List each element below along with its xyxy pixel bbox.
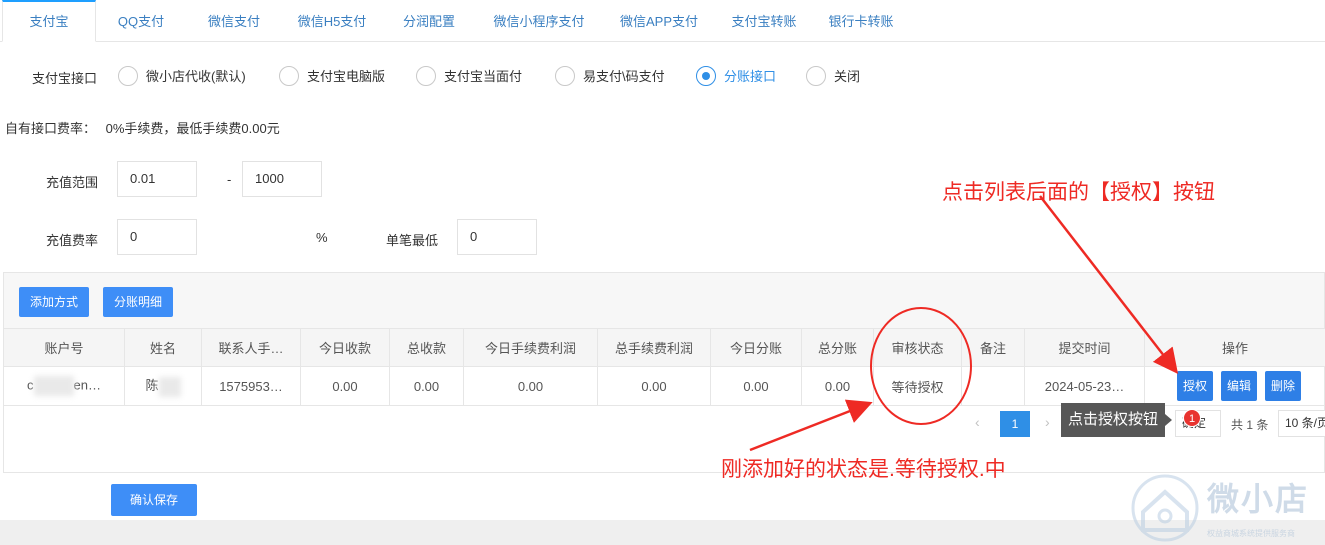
redacted-block <box>158 376 181 397</box>
page-number-current[interactable]: 1 <box>1000 411 1030 437</box>
radio-easy-pay[interactable]: 易支付\码支付 <box>555 66 685 88</box>
header-actions: 操作 <box>1144 328 1325 367</box>
step-badge: 1 <box>1183 409 1201 427</box>
recharge-fee-label: 充值费率 <box>46 233 99 248</box>
prev-page-icon[interactable]: ‹ <box>975 414 980 430</box>
recharge-fee-input[interactable]: 0 <box>117 219 197 255</box>
radio-circle <box>806 66 826 86</box>
range-separator: - <box>227 172 232 187</box>
watermark-title: 微小店 <box>1207 481 1310 517</box>
delete-button[interactable]: 删除 <box>1265 371 1302 401</box>
edit-button[interactable]: 编辑 <box>1221 371 1258 401</box>
radio-alipay-f2f[interactable]: 支付宝当面付 <box>416 66 546 88</box>
cell-today-fee-profit: 0.00 <box>463 366 598 406</box>
interface-radio-group: 支付宝接口 微小店代收(默认) 支付宝电脑版 支付宝当面付 易支付\码支付 分账… <box>0 62 1325 92</box>
tab-wechat-pay[interactable]: 微信支付 <box>196 0 272 42</box>
single-min-label: 单笔最低 <box>386 233 439 248</box>
watermark-logo: 微小店 权益商城系统提供服务商 <box>1125 470 1325 545</box>
radio-circle <box>118 66 138 86</box>
tab-bank-transfer[interactable]: 银行卡转账 <box>818 0 904 42</box>
authorize-tooltip: 点击授权按钮 <box>1061 403 1173 437</box>
cell-name: 陈 <box>124 366 202 406</box>
house-logo-icon <box>1131 474 1199 542</box>
tab-alipay-transfer[interactable]: 支付宝转账 <box>720 0 808 42</box>
radio-circle <box>279 66 299 86</box>
tab-profit-config[interactable]: 分润配置 <box>392 0 466 42</box>
fee-value: 0%手续费，最低手续费0.00元 <box>105 121 280 136</box>
radio-split-interface[interactable]: 分账接口 <box>696 66 796 88</box>
recharge-range-label: 充值范围 <box>46 175 99 190</box>
header-audit-status: 审核状态 <box>873 328 962 367</box>
cell-total-fee-profit: 0.00 <box>597 366 711 406</box>
radio-circle-selected <box>696 66 716 86</box>
cell-note <box>961 366 1025 406</box>
own-interface-fee: 自有接口费率： 0%手续费，最低手续费0.00元 <box>5 118 280 137</box>
header-today-fee-profit: 今日手续费利润 <box>463 328 598 367</box>
single-min-input[interactable]: 0 <box>457 219 537 255</box>
radio-label: 支付宝当面付 <box>444 69 523 84</box>
cell-total-split: 0.00 <box>801 366 874 406</box>
add-method-button[interactable]: 添加方式 <box>19 287 89 317</box>
tab-wechat-h5-pay[interactable]: 微信H5支付 <box>285 0 379 42</box>
radio-label: 关闭 <box>834 69 861 84</box>
radio-alipay-pc[interactable]: 支付宝电脑版 <box>279 66 409 88</box>
header-total-income: 总收款 <box>389 328 464 367</box>
cell-audit-status: 等待授权 <box>873 366 962 406</box>
payment-tabs: 支付宝 QQ支付 微信支付 微信H5支付 分润配置 微信小程序支付 微信APP支… <box>0 0 1325 42</box>
table-row: c en… 陈 1575953… 0.00 0.00 0.00 0.00 0.00… <box>3 366 1325 406</box>
header-account: 账户号 <box>3 328 125 367</box>
tab-wechat-miniprogram-pay[interactable]: 微信小程序支付 <box>480 0 598 42</box>
header-submit-time: 提交时间 <box>1024 328 1145 367</box>
cell-account: c en… <box>3 366 125 406</box>
cell-today-split: 0.00 <box>710 366 802 406</box>
cell-today-income: 0.00 <box>300 366 390 406</box>
header-today-income: 今日收款 <box>300 328 390 367</box>
annotation-status-waiting: 刚添加好的状态是.等待授权.中 <box>721 458 1006 481</box>
total-count: 共 1 条 <box>1231 418 1269 432</box>
header-contact-phone: 联系人手… <box>201 328 301 367</box>
watermark-subtitle: 权益商城系统提供服务商 <box>1207 529 1295 538</box>
radio-label: 易支付\码支付 <box>583 69 665 84</box>
per-page-select[interactable]: 10 条/页 <box>1278 410 1325 437</box>
header-note: 备注 <box>961 328 1025 367</box>
tab-qq-pay[interactable]: QQ支付 <box>100 0 182 42</box>
tab-wechat-app-pay[interactable]: 微信APP支付 <box>608 0 710 42</box>
interface-label: 支付宝接口 <box>32 71 98 86</box>
split-account-table: 账户号 姓名 联系人手… 今日收款 总收款 今日手续费利润 总手续费利润 今日分… <box>3 328 1325 406</box>
cell-phone: 1575953… <box>201 366 301 406</box>
header-total-fee-profit: 总手续费利润 <box>597 328 711 367</box>
radio-circle <box>416 66 436 86</box>
redacted-block <box>33 376 74 396</box>
radio-close[interactable]: 关闭 <box>806 66 876 88</box>
header-name: 姓名 <box>124 328 202 367</box>
cell-total-income: 0.00 <box>389 366 464 406</box>
split-detail-button[interactable]: 分账明细 <box>103 287 173 317</box>
cell-actions: 授权 编辑 删除 <box>1144 366 1325 406</box>
recharge-max-input[interactable]: 1000 <box>242 161 322 197</box>
radio-circle <box>555 66 575 86</box>
recharge-min-input[interactable]: 0.01 <box>117 161 197 197</box>
radio-label: 支付宝电脑版 <box>307 69 386 84</box>
table-header-row: 账户号 姓名 联系人手… 今日收款 总收款 今日手续费利润 总手续费利润 今日分… <box>3 328 1325 367</box>
annotation-click-authorize: 点击列表后面的【授权】按钮 <box>942 181 1215 204</box>
confirm-save-button[interactable]: 确认保存 <box>111 484 197 516</box>
header-today-split: 今日分账 <box>710 328 802 367</box>
authorize-button[interactable]: 授权 <box>1177 371 1214 401</box>
next-page-icon[interactable]: › <box>1045 414 1050 430</box>
radio-label: 微小店代收(默认) <box>146 69 246 84</box>
fee-label: 自有接口费率： <box>5 121 97 136</box>
radio-label: 分账接口 <box>724 69 777 84</box>
header-total-split: 总分账 <box>801 328 874 367</box>
radio-weixiaodian-default[interactable]: 微小店代收(默认) <box>118 66 268 88</box>
fee-unit: % <box>316 230 328 245</box>
panel-toolbar: 添加方式 分账明细 <box>4 273 1324 329</box>
cell-submit-time: 2024-05-23… <box>1024 366 1145 406</box>
tab-alipay[interactable]: 支付宝 <box>2 0 96 42</box>
